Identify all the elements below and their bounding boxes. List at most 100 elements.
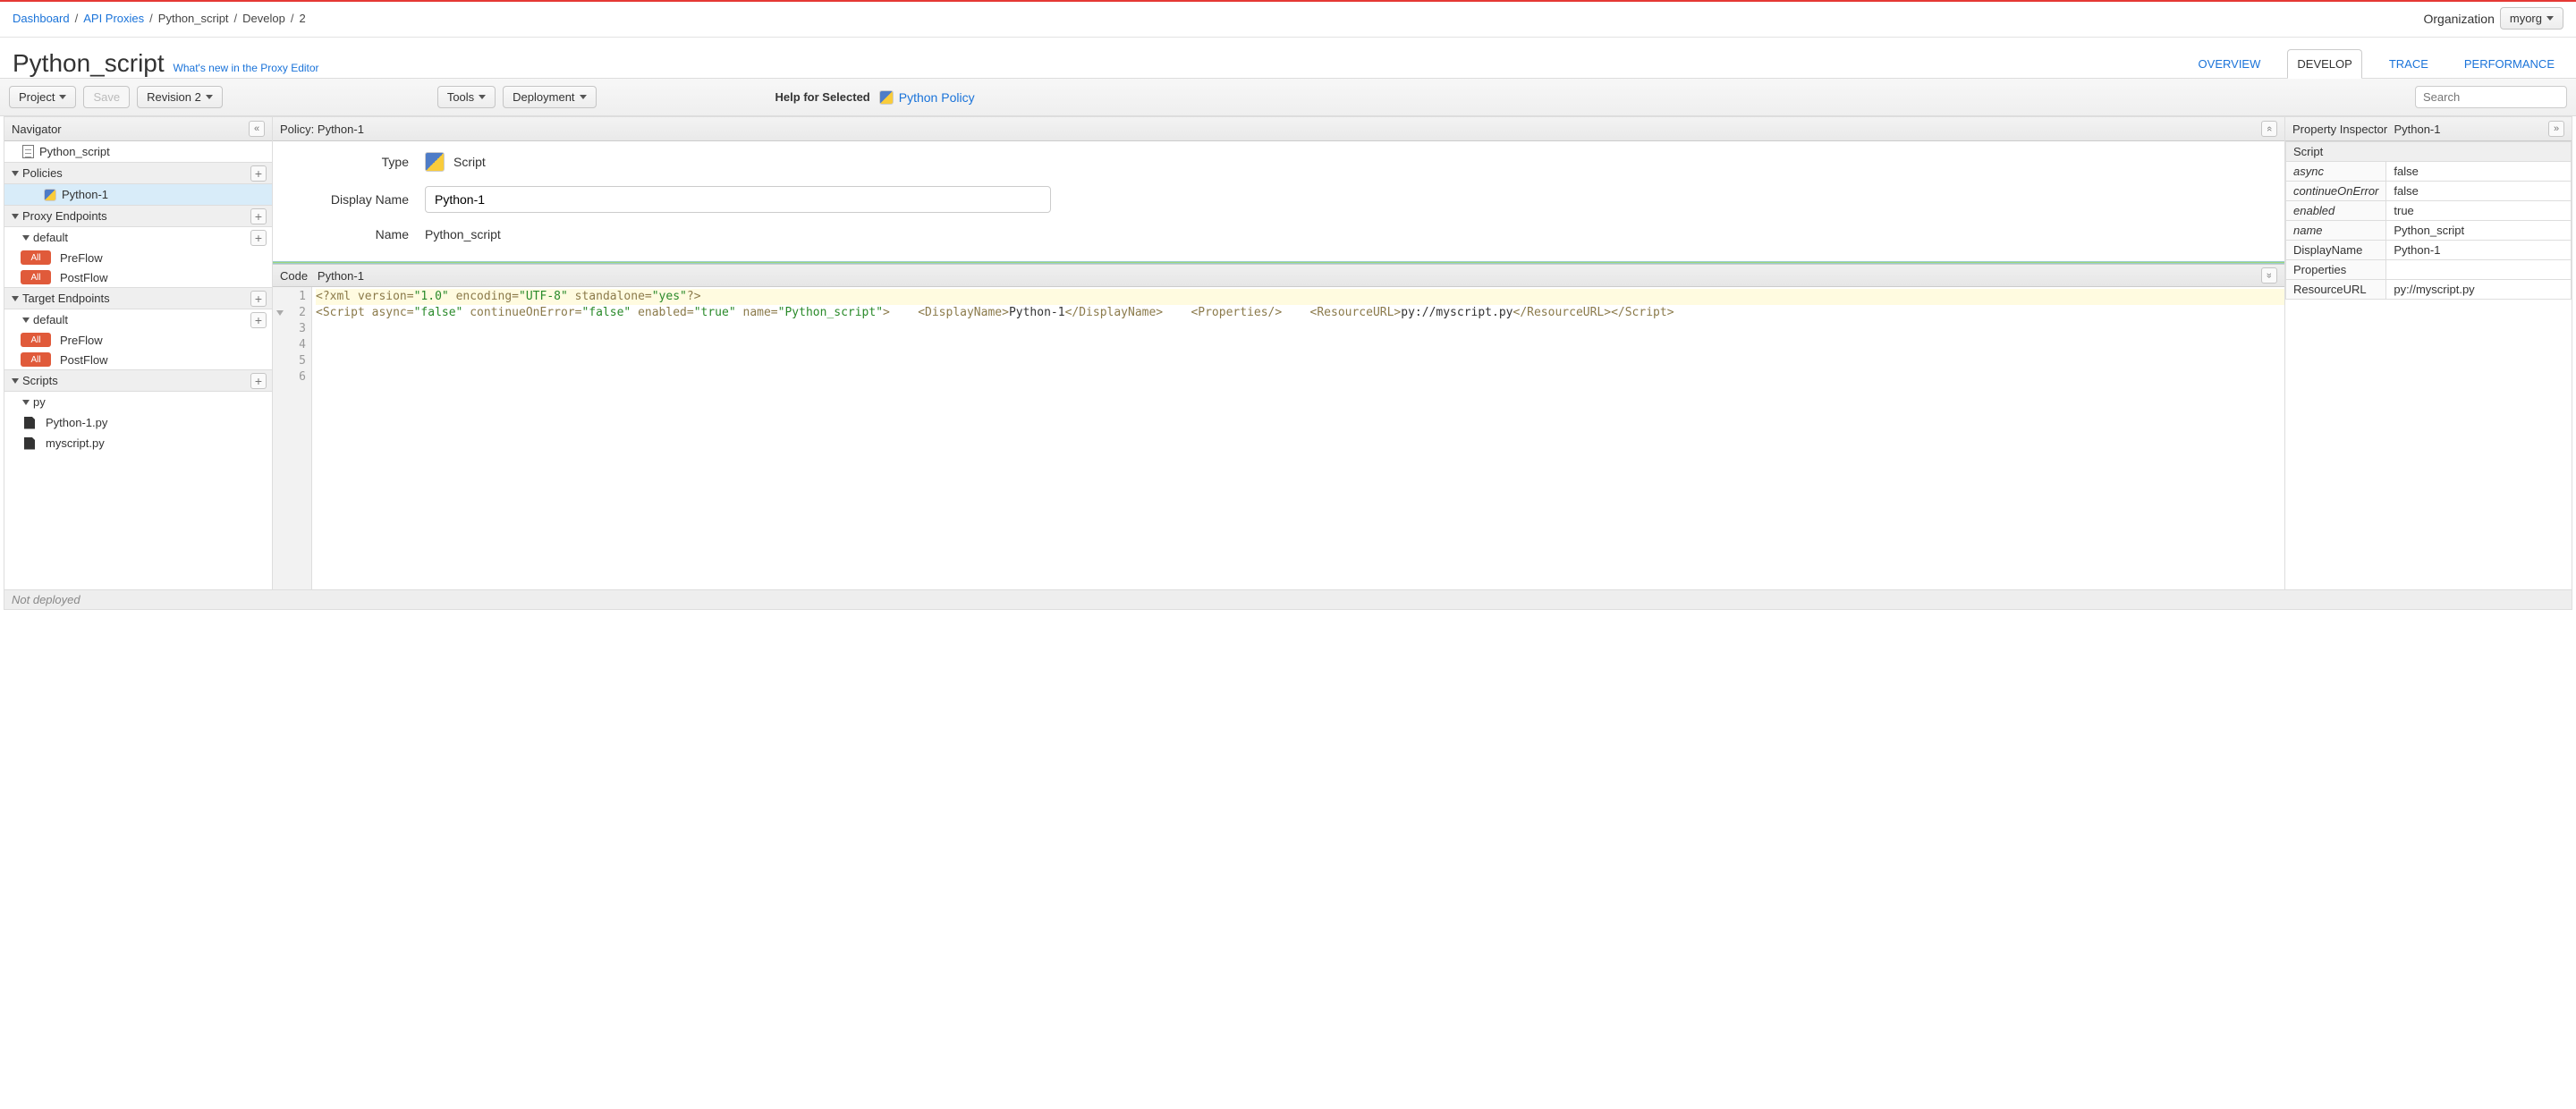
python-policy-icon <box>44 189 56 201</box>
breadcrumb: Dashboard / API Proxies / Python_script … <box>13 12 306 25</box>
flow-badge: All <box>21 270 51 284</box>
page-title: Python_script <box>13 49 165 77</box>
code-line[interactable]: </Script> <box>1611 306 1674 319</box>
prop-key: DisplayName <box>2286 241 2386 260</box>
search-input[interactable] <box>2415 86 2567 108</box>
breadcrumb-item: 2 <box>300 12 306 25</box>
collapse-down-icon[interactable]: « <box>2261 267 2277 284</box>
type-value: Script <box>453 155 486 169</box>
prop-value[interactable]: false <box>2386 162 2572 182</box>
code-line[interactable]: <Properties/> <box>1163 306 1282 319</box>
prop-section: Script <box>2286 142 2572 162</box>
help-link[interactable]: Python Policy <box>899 90 975 105</box>
collapse-left-icon[interactable]: « <box>249 121 265 137</box>
org-label: Organization <box>2423 12 2494 26</box>
breadcrumb-item[interactable]: API Proxies <box>83 12 144 25</box>
prop-key: continueOnError <box>2286 182 2386 201</box>
chevron-down-icon <box>580 95 587 99</box>
whats-new-link[interactable]: What's new in the Proxy Editor <box>174 62 319 74</box>
chevron-down-icon <box>12 171 19 176</box>
org-selector[interactable]: myorg <box>2500 7 2563 30</box>
name-value: Python_script <box>425 227 501 241</box>
policy-header: Policy: Python-1 <box>280 123 364 136</box>
collapse-right-icon[interactable]: » <box>2548 121 2564 137</box>
breadcrumb-item[interactable]: Dashboard <box>13 12 70 25</box>
add-proxy-endpoint-button[interactable]: + <box>250 208 267 224</box>
flow-badge: All <box>21 333 51 347</box>
nav-endpoint[interactable]: default+ <box>4 309 272 330</box>
code-line[interactable]: <?xml version="1.0" encoding="UTF-8" sta… <box>316 289 2284 305</box>
code-line[interactable]: <DisplayName>Python-1</DisplayName> <box>890 306 1163 319</box>
help-label: Help for Selected <box>775 90 870 104</box>
prop-value[interactable]: Python-1 <box>2386 241 2572 260</box>
prop-value[interactable]: Python_script <box>2386 221 2572 241</box>
prop-value[interactable]: false <box>2386 182 2572 201</box>
save-button[interactable]: Save <box>83 86 130 108</box>
python-policy-icon <box>425 152 445 172</box>
chevron-down-icon <box>206 95 213 99</box>
navigator-pane: Navigator « Python_script Policies + Pyt… <box>4 117 273 589</box>
tools-menu[interactable]: Tools <box>437 86 496 108</box>
add-flow-button[interactable]: + <box>250 230 267 246</box>
chevron-down-icon <box>12 214 19 219</box>
nav-flow-item[interactable]: AllPostFlow <box>4 267 272 287</box>
file-icon <box>24 437 35 450</box>
breadcrumb-item: Develop <box>242 12 285 25</box>
prop-key: async <box>2286 162 2386 182</box>
revision-menu[interactable]: Revision 2 <box>137 86 223 108</box>
chevron-down-icon <box>479 95 486 99</box>
editor-pane: Policy: Python-1 « Type Script Display N… <box>273 117 2285 589</box>
code-entity: Python-1 <box>318 269 364 283</box>
deployment-menu[interactable]: Deployment <box>503 86 596 108</box>
chevron-down-icon <box>2546 16 2554 21</box>
chevron-down-icon <box>12 296 19 301</box>
chevron-down-icon <box>22 317 30 323</box>
prop-key: enabled <box>2286 201 2386 221</box>
type-label: Type <box>291 155 425 169</box>
add-flow-button[interactable]: + <box>250 312 267 328</box>
nav-script-item[interactable]: myscript.py <box>4 433 272 453</box>
prop-value[interactable]: py://myscript.py <box>2386 280 2572 300</box>
code-line[interactable]: <ResourceURL>py://myscript.py</ResourceU… <box>1282 306 1611 319</box>
python-policy-icon <box>879 90 894 105</box>
inspector-title: Property Inspector <box>2292 123 2387 136</box>
nav-flow-item[interactable]: AllPreFlow <box>4 248 272 267</box>
inspector-entity: Python-1 <box>2394 123 2440 136</box>
property-table: Script asyncfalsecontinueOnErrorfalseena… <box>2285 141 2572 300</box>
code-label: Code <box>280 269 308 283</box>
view-tabs: OVERVIEW DEVELOP TRACE PERFORMANCE <box>2190 48 2563 78</box>
nav-script-item[interactable]: Python-1.py <box>4 412 272 433</box>
nav-section-proxy-endpoints[interactable]: Proxy Endpoints + <box>4 205 272 227</box>
tab-trace[interactable]: TRACE <box>2380 50 2437 78</box>
status-bar: Not deployed <box>4 590 2572 610</box>
collapse-up-icon[interactable]: « <box>2261 121 2277 137</box>
prop-key: ResourceURL <box>2286 280 2386 300</box>
inspector-pane: Property Inspector Python-1 » Script asy… <box>2285 117 2572 589</box>
flow-badge: All <box>21 352 51 367</box>
tab-develop[interactable]: DEVELOP <box>2287 49 2361 79</box>
chevron-down-icon <box>22 400 30 405</box>
name-label: Name <box>291 227 425 241</box>
add-target-endpoint-button[interactable]: + <box>250 291 267 307</box>
nav-proxy-root[interactable]: Python_script <box>4 141 272 162</box>
add-policy-button[interactable]: + <box>250 165 267 182</box>
add-script-button[interactable]: + <box>250 373 267 389</box>
code-line[interactable]: <Script async="false" continueOnError="f… <box>316 306 890 319</box>
nav-policy-item[interactable]: Python-1 <box>4 184 272 205</box>
nav-section-target-endpoints[interactable]: Target Endpoints + <box>4 287 272 309</box>
tab-overview[interactable]: OVERVIEW <box>2190 50 2270 78</box>
nav-section-scripts[interactable]: Scripts + <box>4 369 272 392</box>
nav-flow-item[interactable]: AllPostFlow <box>4 350 272 369</box>
tab-performance[interactable]: PERFORMANCE <box>2455 50 2563 78</box>
toolbar: Project Save Revision 2 Tools Deployment… <box>0 78 2576 116</box>
chevron-down-icon <box>22 235 30 241</box>
nav-flow-item[interactable]: AllPreFlow <box>4 330 272 350</box>
nav-script-group[interactable]: py <box>4 392 272 412</box>
prop-value[interactable] <box>2386 260 2572 280</box>
display-name-input[interactable] <box>425 186 1051 213</box>
project-menu[interactable]: Project <box>9 86 76 108</box>
prop-value[interactable]: true <box>2386 201 2572 221</box>
code-editor[interactable]: 123456 <?xml version="1.0" encoding="UTF… <box>273 287 2284 589</box>
nav-section-policies[interactable]: Policies + <box>4 162 272 184</box>
nav-endpoint[interactable]: default+ <box>4 227 272 248</box>
